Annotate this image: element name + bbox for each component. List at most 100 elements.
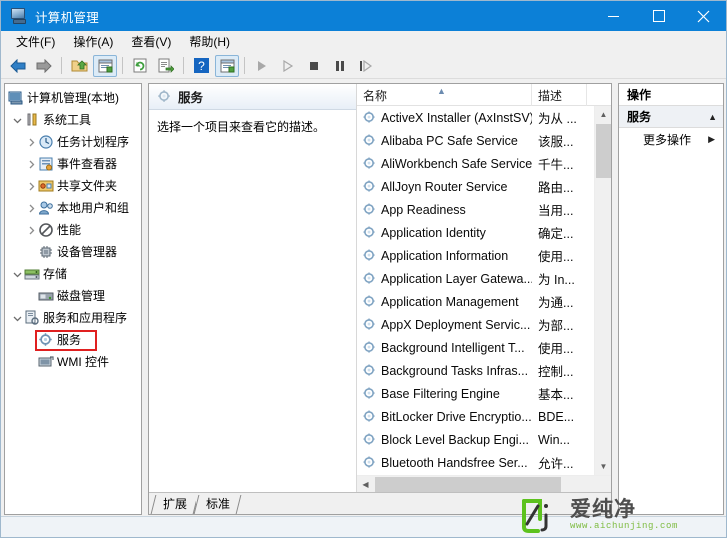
column-header-name-label: 名称 (363, 88, 388, 103)
window-title: 计算机管理 (35, 10, 100, 25)
table-row[interactable]: Application Information 使用... (357, 244, 594, 267)
tree-node-local-users-groups[interactable]: 本地用户和组 (5, 197, 141, 219)
start-service-icon[interactable] (250, 55, 274, 77)
twisty-collapsed-icon[interactable] (25, 219, 38, 241)
table-row[interactable]: Alibaba PC Safe Service 该服... (357, 129, 594, 152)
restart-service-icon[interactable] (354, 55, 378, 77)
show-console-tree-icon[interactable] (215, 54, 239, 77)
tree-node-storage[interactable]: 存储 (5, 263, 141, 285)
help-icon[interactable]: ? (189, 55, 213, 77)
table-row[interactable]: Background Intelligent T... 使用... (357, 336, 594, 359)
tree-node-event-viewer[interactable]: 事件查看器 (5, 153, 141, 175)
tab-extended[interactable]: 扩展 (153, 495, 197, 514)
twisty-collapsed-icon[interactable] (25, 153, 38, 175)
table-row[interactable]: AllJoyn Router Service 路由... (357, 175, 594, 198)
service-description-cell: 使用... (538, 342, 574, 356)
table-row[interactable]: Block Level Backup Engi... Win... (357, 428, 594, 451)
menu-file[interactable]: 文件(F) (7, 31, 64, 52)
twisty-expanded-icon[interactable] (11, 109, 24, 131)
resume-service-icon[interactable] (276, 55, 300, 77)
service-name-cell: ActiveX Installer (AxInstSV) (357, 110, 532, 125)
tree-node-computer-management[interactable]: 计算机管理(本地) (5, 87, 141, 109)
twisty-collapsed-icon[interactable] (25, 197, 38, 219)
close-button[interactable] (681, 1, 726, 31)
table-row[interactable]: Bluetooth Handsfree Ser... 允许... (357, 451, 594, 474)
menu-view[interactable]: 查看(V) (122, 31, 180, 52)
computer-icon (8, 90, 24, 106)
table-row[interactable]: App Readiness 当用... (357, 198, 594, 221)
actions-group-services[interactable]: 服务 ▲ (619, 106, 723, 128)
services-icon (38, 332, 54, 348)
computer-management-icon (10, 7, 28, 25)
service-name-cell: Application Information (357, 248, 532, 263)
table-row[interactable]: BitLocker Drive Encryptio... BDE... (357, 405, 594, 428)
twisty-collapsed-icon[interactable] (25, 131, 38, 153)
scroll-up-icon[interactable]: ▲ (595, 106, 611, 123)
forward-icon[interactable] (32, 55, 56, 77)
pause-service-icon[interactable] (328, 55, 352, 77)
service-icon (362, 225, 377, 240)
chevron-up-icon[interactable]: ▲ (708, 112, 717, 122)
service-description-cell: Win... (538, 432, 570, 447)
tree-node-task-scheduler[interactable]: 任务计划程序 (5, 131, 141, 153)
column-header-name[interactable]: 名称 ▲ (357, 84, 532, 106)
column-header-description[interactable]: 描述 (532, 84, 587, 106)
tree-node-label: WMI 控件 (57, 355, 109, 369)
table-row[interactable]: AppX Deployment Servic... 为部... (357, 313, 594, 336)
table-row[interactable]: Application Management 为通... (357, 290, 594, 313)
chevron-right-icon: ▶ (708, 133, 715, 144)
tree-node-services[interactable]: 服务 (5, 329, 141, 351)
stop-service-icon[interactable] (302, 55, 326, 77)
up-folder-icon[interactable] (67, 55, 91, 77)
title-bar: 计算机管理 (1, 1, 726, 31)
tree-node-shared-folders[interactable]: 共享文件夹 (5, 175, 141, 197)
tree-node-label: 性能 (57, 223, 82, 237)
table-row[interactable]: Application Layer Gatewa... 为 In... (357, 267, 594, 290)
window-controls (591, 1, 726, 31)
service-name-cell: App Readiness (357, 202, 532, 217)
tree-node-performance[interactable]: 性能 (5, 219, 141, 241)
service-name-label: App Readiness (381, 202, 466, 217)
scroll-down-icon[interactable]: ▼ (595, 458, 611, 475)
tree-node-device-manager[interactable]: 设备管理器 (5, 241, 141, 263)
tree-node-system-tools[interactable]: 系统工具 (5, 109, 141, 131)
service-icon (362, 202, 377, 217)
service-icon (362, 133, 377, 148)
properties-icon[interactable] (93, 54, 117, 77)
service-description-cell: 确定... (538, 227, 574, 241)
action-more-actions[interactable]: 更多操作 ▶ (619, 128, 723, 150)
twisty-collapsed-icon[interactable] (25, 175, 38, 197)
table-row[interactable]: Base Filtering Engine 基本... (357, 382, 594, 405)
console-tree-pane: 计算机管理(本地) 系统工具 任务计划程序 事件查看器 共享文件夹 本地用户和组… (4, 83, 142, 515)
tab-standard[interactable]: 标准 (196, 495, 240, 514)
minimize-button[interactable] (591, 1, 636, 31)
horizontal-scrollbar-thumb[interactable] (375, 476, 561, 492)
tree-node-services-and-applications[interactable]: 服务和应用程序 (5, 307, 141, 329)
maximize-button[interactable] (636, 1, 681, 31)
vertical-scrollbar[interactable]: ▲ ▼ (594, 106, 611, 475)
tree-node-disk-management[interactable]: 磁盘管理 (5, 285, 141, 307)
table-row[interactable]: Background Tasks Infras... 控制... (357, 359, 594, 382)
table-row[interactable]: Application Identity 确定... (357, 221, 594, 244)
service-description-cell: 使用... (538, 250, 574, 264)
refresh-icon[interactable] (128, 55, 152, 77)
table-row[interactable]: ActiveX Installer (AxInstSV) 为从 ... (357, 106, 594, 129)
service-name-label: Application Management (381, 294, 519, 309)
twisty-expanded-icon[interactable] (11, 263, 24, 285)
menu-help[interactable]: 帮助(H) (180, 31, 239, 52)
horizontal-scrollbar[interactable]: ◀ (357, 475, 611, 492)
tree-node-wmi-control[interactable]: WMI 控件 (5, 351, 141, 373)
service-name-label: Bluetooth Handsfree Ser... (381, 455, 528, 470)
table-row[interactable]: AliWorkbench Safe Service 千牛... (357, 152, 594, 175)
menu-action[interactable]: 操作(A) (64, 31, 122, 52)
service-description-panel: 服务 选择一个项目来查看它的描述。 (149, 84, 357, 492)
task-scheduler-icon (38, 134, 54, 150)
vertical-scrollbar-thumb[interactable] (596, 124, 611, 178)
tree-node-label: 事件查看器 (57, 157, 118, 171)
back-icon[interactable] (6, 55, 30, 77)
export-list-icon[interactable] (154, 55, 178, 77)
twisty-expanded-icon[interactable] (11, 307, 24, 329)
service-description-cell: 当用... (538, 204, 574, 218)
service-name-cell: Application Layer Gatewa... (357, 271, 532, 286)
scroll-left-icon[interactable]: ◀ (357, 476, 374, 493)
